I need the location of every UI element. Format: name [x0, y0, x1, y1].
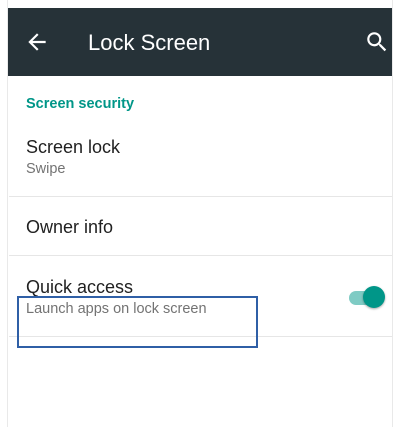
pref-title: Screen lock [26, 137, 121, 157]
toggle-thumb [363, 286, 385, 308]
page-title: Lock Screen [88, 30, 211, 55]
pref-title: Quick access [26, 277, 134, 297]
settings-list: Screen security Screen lock Swipe Owner … [9, 76, 392, 427]
pref-summary: Launch apps on lock screen [26, 301, 207, 317]
section-header: Screen security [26, 96, 135, 112]
back-button[interactable] [24, 29, 50, 55]
pref-quick-access[interactable]: Quick access Launch apps on lock screen [9, 256, 392, 336]
right-frame [392, 0, 401, 427]
quick-access-toggle[interactable] [349, 285, 389, 309]
pref-owner-info[interactable]: Owner info [9, 197, 392, 255]
pref-summary: Swipe [26, 161, 66, 177]
lock-screen-settings: Lock Screen Screen security Screen lock … [0, 0, 401, 427]
pref-title: Owner info [26, 217, 114, 237]
divider [9, 336, 392, 337]
search-button[interactable] [364, 29, 390, 55]
left-frame [0, 0, 8, 427]
pref-screen-lock[interactable]: Screen lock Swipe [9, 130, 392, 196]
toolbar: Lock Screen [8, 8, 392, 76]
arrow-back-icon [28, 33, 46, 51]
search-icon [367, 32, 387, 52]
